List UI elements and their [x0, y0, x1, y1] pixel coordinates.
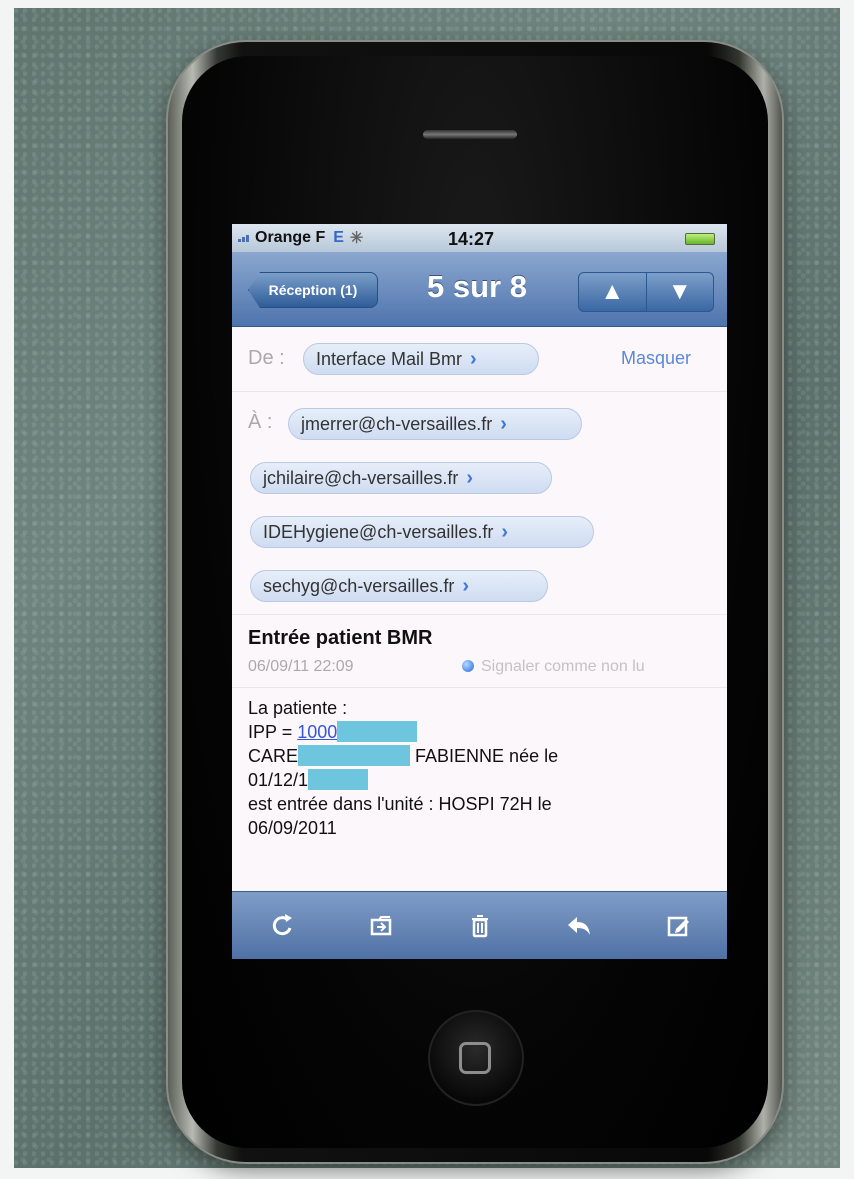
- redaction-box: [337, 721, 418, 742]
- email-header: De : Interface Mail Bmr › Masquer À : jm…: [232, 327, 727, 688]
- patient-name-suffix: FABIENNE née le: [415, 746, 559, 766]
- move-message-button[interactable]: [359, 904, 403, 948]
- sender-pill[interactable]: Interface Mail Bmr ›: [303, 343, 539, 375]
- recipient-pill[interactable]: sechyg@ch-versailles.fr ›: [250, 570, 548, 602]
- reply-button[interactable]: [557, 904, 601, 948]
- previous-message-button[interactable]: ▲: [579, 273, 646, 311]
- compose-button[interactable]: [656, 904, 700, 948]
- body-line: 06/09/2011: [248, 818, 337, 838]
- signal-strength-icon: [238, 234, 249, 242]
- status-bar: Orange F E ✳ 14:27: [232, 224, 727, 252]
- network-type: E: [333, 229, 344, 246]
- mark-unread-label: Signaler comme non lu: [481, 658, 645, 675]
- body-line: CARE FABIENNE née le: [248, 744, 711, 768]
- to-label: À :: [248, 411, 273, 433]
- recipient-email: jmerrer@ch-versailles.fr: [301, 413, 493, 434]
- chevron-right-icon: ›: [500, 412, 507, 435]
- recipients-block: À : jmerrer@ch-versailles.fr › jchilaire…: [232, 392, 727, 615]
- activity-spinner-icon: ✳: [349, 230, 364, 247]
- sender-name: Interface Mail Bmr: [316, 348, 463, 369]
- hide-details-link[interactable]: Masquer: [621, 348, 691, 369]
- trash-icon: [471, 915, 488, 938]
- battery-icon: [685, 233, 715, 245]
- chevron-right-icon: ›: [462, 574, 470, 597]
- body-line: La patiente :: [248, 698, 348, 718]
- navigation-bar: Réception (1) 5 sur 8 ▲ ▼: [232, 252, 727, 327]
- recipient-email: sechyg@ch-versailles.fr: [263, 575, 455, 596]
- carrier-name: Orange F: [255, 229, 326, 246]
- ipp-link[interactable]: 1000: [297, 722, 337, 742]
- email-body: La patiente : IPP = 1000 CARE FABIENNE n…: [232, 688, 727, 840]
- status-time: 14:27: [448, 229, 495, 249]
- dob-prefix: 01/12/1: [248, 770, 309, 790]
- bottom-toolbar: [232, 891, 727, 959]
- email-subject: Entrée patient BMR: [248, 627, 433, 649]
- patient-name-prefix: CARE: [248, 746, 299, 766]
- unread-dot-icon: [462, 660, 474, 672]
- recipient-pill[interactable]: IDEHygiene@ch-versailles.fr ›: [250, 516, 594, 548]
- from-label: De :: [248, 347, 285, 369]
- redaction-box: [298, 745, 411, 766]
- recipient-email: IDEHygiene@ch-versailles.fr: [263, 521, 494, 542]
- next-message-button[interactable]: ▼: [645, 273, 714, 311]
- inbox-back-button[interactable]: Réception (1): [248, 272, 378, 308]
- recipient-pill[interactable]: jmerrer@ch-versailles.fr ›: [288, 408, 582, 440]
- body-line: IPP = 1000: [248, 720, 711, 744]
- message-position: 5 sur 8: [427, 269, 527, 304]
- chevron-right-icon: ›: [470, 347, 477, 370]
- earpiece-speaker: [423, 130, 517, 139]
- redaction-box: [308, 769, 369, 790]
- home-square-icon: [459, 1042, 491, 1074]
- from-row: De : Interface Mail Bmr › Masquer: [232, 327, 727, 392]
- delete-button[interactable]: [458, 904, 502, 948]
- refresh-button[interactable]: [260, 904, 304, 948]
- email-date: 06/09/11 22:09: [248, 658, 354, 675]
- subject-block: Entrée patient BMR 06/09/11 22:09 Signal…: [232, 615, 727, 688]
- phone-screen: Orange F E ✳ 14:27 Réception (1) 5 sur 8…: [232, 224, 727, 959]
- body-line: 01/12/1: [248, 768, 711, 792]
- message-navigation: ▲ ▼: [578, 272, 714, 312]
- compose-icon: [667, 916, 689, 937]
- mark-unread-link[interactable]: Signaler comme non lu: [462, 658, 645, 676]
- reply-icon: [567, 917, 590, 935]
- folder-move-icon: [370, 916, 391, 936]
- chevron-right-icon: ›: [466, 466, 473, 489]
- recipient-pill[interactable]: jchilaire@ch-versailles.fr ›: [250, 462, 552, 494]
- chevron-right-icon: ›: [501, 520, 509, 543]
- body-line: est entrée dans l'unité : HOSPI 72H le: [248, 794, 552, 814]
- refresh-icon: [272, 914, 292, 936]
- ipp-prefix: IPP =: [248, 722, 298, 742]
- recipient-email: jchilaire@ch-versailles.fr: [263, 467, 459, 488]
